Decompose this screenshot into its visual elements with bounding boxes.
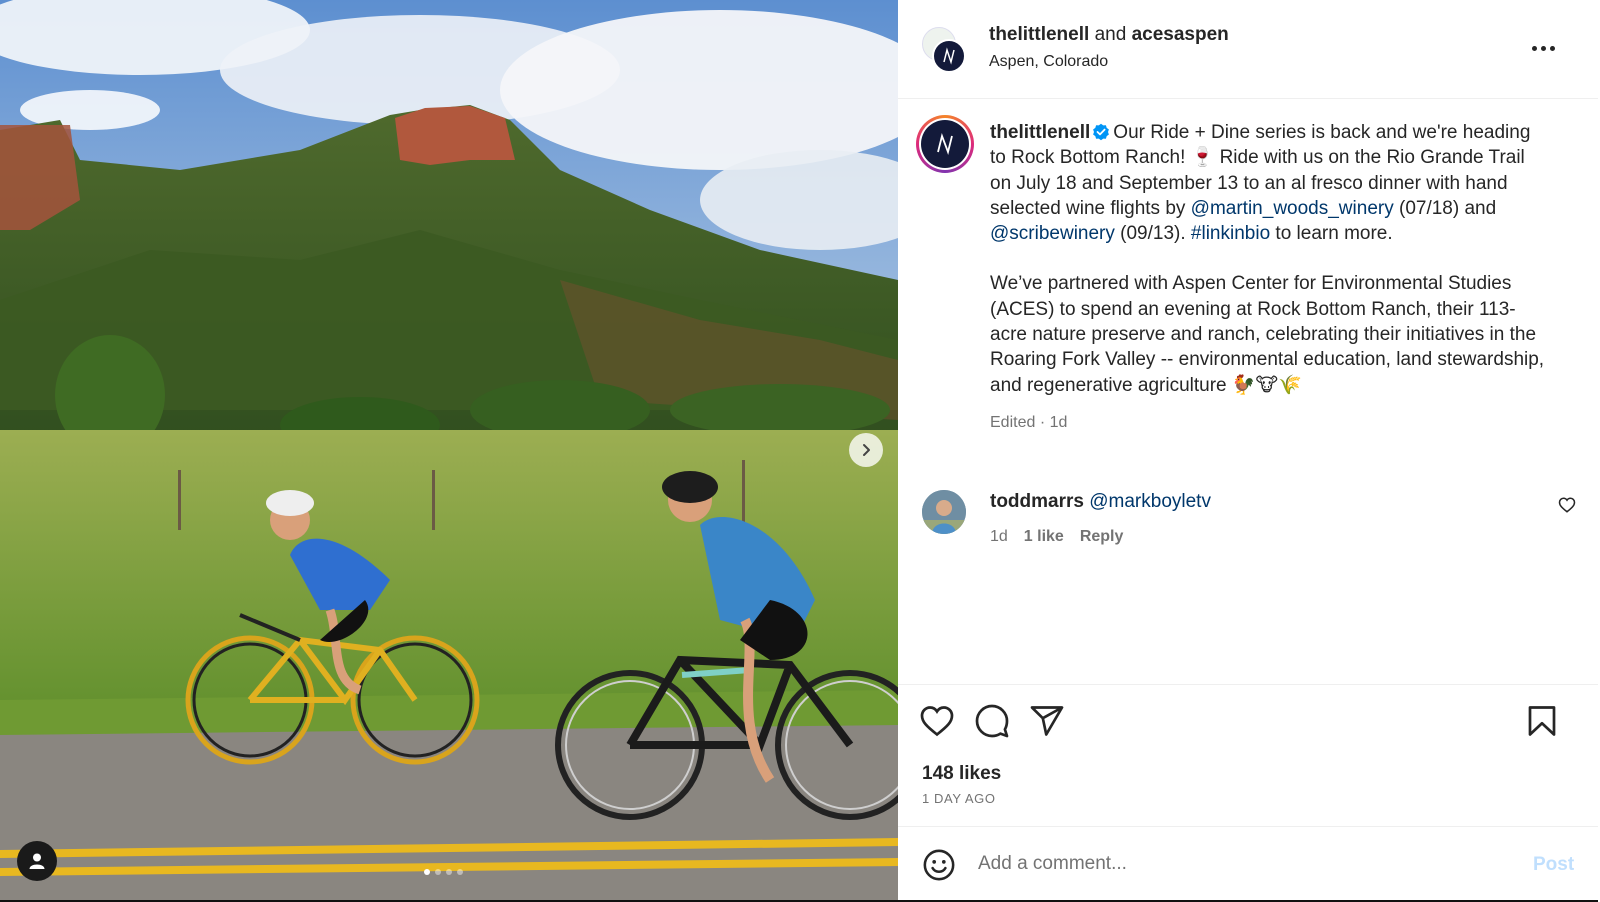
reply-button[interactable]: Reply [1080, 528, 1124, 546]
comment-text: toddmarrs @markboyletv [990, 491, 1211, 513]
logo-n-icon [937, 132, 953, 156]
post-header: thelittlenell and acesaspen Aspen, Color… [898, 0, 1598, 99]
carousel-indicator [424, 869, 463, 875]
comment-composer: Post [898, 826, 1598, 900]
post-location[interactable]: Aspen, Colorado [989, 53, 1108, 71]
like-count[interactable]: 148 likes [922, 763, 1001, 785]
header-username-1[interactable]: thelittlenell [989, 24, 1089, 45]
cyclists-photo [0, 0, 898, 900]
comment-time[interactable]: 1d [990, 528, 1008, 546]
caption-meta: Edited · 1d [990, 413, 1068, 431]
paper-plane-icon[interactable] [1029, 703, 1065, 739]
caption-text-3: (09/13). [1114, 223, 1191, 245]
caption-avatar[interactable] [916, 115, 974, 173]
comment-like-count[interactable]: 1 like [1024, 528, 1064, 546]
chevron-right-icon [863, 444, 870, 456]
tagged-users-button[interactable] [17, 841, 57, 881]
carousel-dot [424, 869, 430, 875]
hashtag-link[interactable]: #linkinbio [1191, 223, 1270, 244]
more-dot [1549, 45, 1555, 51]
carousel-dot [435, 869, 441, 875]
carousel-dot [446, 869, 452, 875]
post-comment-button[interactable]: Post [1533, 854, 1574, 876]
logo-n-icon [943, 47, 955, 65]
collab-avatar-thelittlenell[interactable] [932, 39, 966, 73]
comment-bubble-icon[interactable] [974, 703, 1010, 739]
caption-paragraph-2: We’ve partnered with Aspen Center for En… [990, 273, 1545, 396]
person-icon [29, 853, 45, 869]
header-joiner: and [1089, 24, 1132, 45]
mention-link[interactable]: @martin_woods_winery [1191, 198, 1394, 219]
comment-meta: 1d 1 like Reply [990, 528, 1123, 546]
post-actions: 148 likes 1 DAY AGO [898, 684, 1598, 826]
caption-text-2: (07/18) and [1393, 197, 1497, 219]
comment-item: toddmarrs @markboyletv 1d 1 like Reply [898, 488, 1598, 558]
more-options-button[interactable] [1528, 36, 1558, 60]
caption-paragraph-1: thelittlenell Our Ride + Dine series is b… [990, 120, 1550, 246]
more-dot [1540, 45, 1546, 51]
caption-text: thelittlenell Our Ride + Dine series is b… [990, 120, 1550, 435]
caption-username[interactable]: thelittlenell [990, 122, 1090, 143]
mention-link[interactable]: @scribewinery [990, 223, 1115, 244]
carousel-next-button[interactable] [849, 433, 883, 467]
header-username-2[interactable]: acesaspen [1132, 24, 1229, 45]
caption-text-4: to learn more. [1270, 223, 1393, 245]
carousel-dot [457, 869, 463, 875]
comment-username[interactable]: toddmarrs [990, 491, 1084, 512]
post-timestamp[interactable]: 1 DAY AGO [922, 791, 996, 806]
verified-badge-icon [1093, 123, 1110, 141]
collab-usernames: thelittlenell and acesaspen [989, 24, 1229, 46]
more-horizontal-icon [1531, 45, 1537, 51]
mention-link[interactable]: @markboyletv [1089, 491, 1211, 512]
post-side-panel: thelittlenell and acesaspen Aspen, Color… [898, 0, 1598, 900]
heart-icon[interactable] [919, 703, 955, 739]
post-photo[interactable] [0, 0, 898, 900]
heart-icon[interactable] [1558, 496, 1576, 514]
comment-input[interactable] [978, 845, 1498, 883]
bookmark-icon[interactable] [1524, 703, 1560, 739]
commenter-photo [922, 490, 966, 534]
smiley-icon[interactable] [922, 848, 956, 882]
commenter-avatar[interactable] [922, 490, 966, 534]
